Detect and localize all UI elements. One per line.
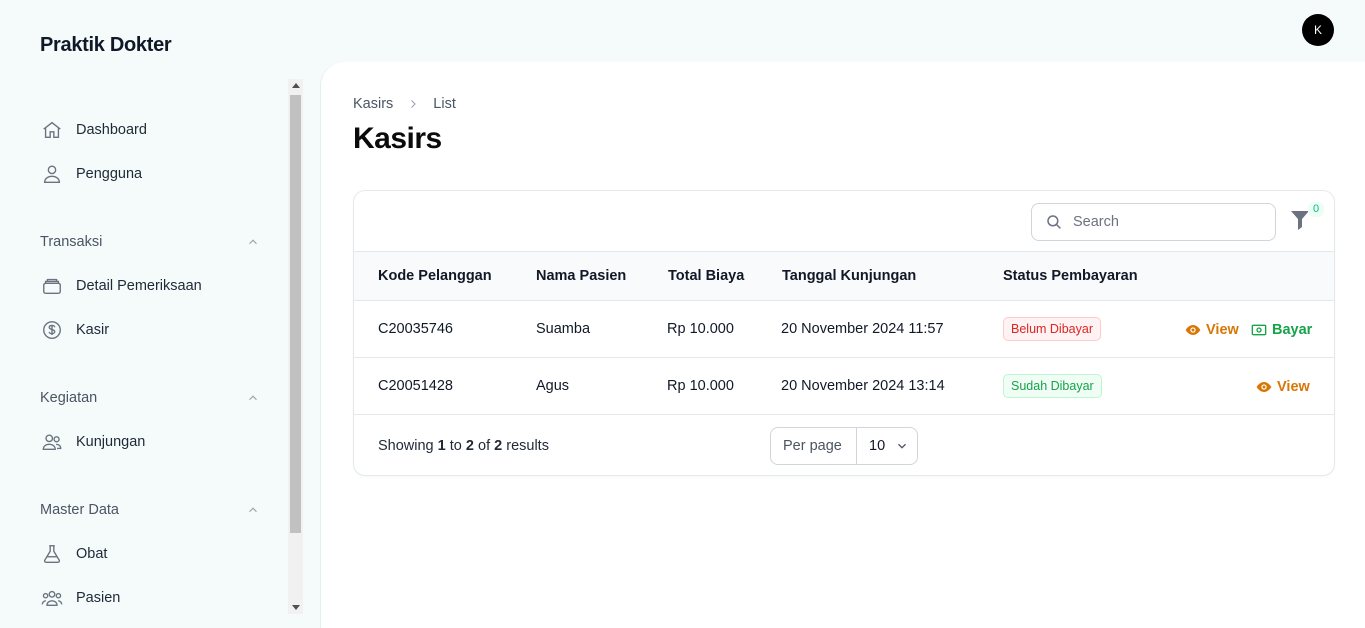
sidebar-item-dashboard[interactable]: Dashboard [40,116,147,144]
per-page-select[interactable]: 10 [857,428,917,464]
cell-total-biaya: Rp 10.000 [667,321,734,337]
column-header-total-biaya[interactable]: Total Biaya [668,252,744,301]
cell-total-biaya: Rp 10.000 [667,378,734,394]
view-button-label: View [1277,378,1310,395]
search-box [1031,203,1276,241]
chevron-up-icon[interactable] [244,389,262,407]
per-page-control: Per page 10 [770,427,918,465]
search-input[interactable] [1073,214,1263,230]
per-page-label: Per page [771,428,857,464]
banknote-icon [1251,322,1267,338]
dollar-circle-icon [40,318,64,342]
pagination-summary: Showing 1 to 2 of 2 results [378,426,549,466]
sidebar-item-label: Pengguna [76,166,143,182]
bayar-button[interactable]: Bayar [1251,301,1312,358]
table-header: Kode Pelanggan Nama Pasien Total Biaya T… [354,252,1334,301]
sidebar-item-kunjungan[interactable]: Kunjungan [40,428,145,456]
home-icon [40,118,64,142]
per-page-value: 10 [869,438,886,454]
column-header-kode-pelanggan[interactable]: Kode Pelanggan [378,252,492,301]
summary-suffix: results [506,438,549,454]
view-button[interactable]: View [1256,358,1310,415]
sidebar-item-obat[interactable]: Obat [40,540,107,568]
eye-icon [1185,322,1201,338]
chevron-up-icon[interactable] [244,233,262,251]
group-label-transaksi: Transaksi [40,234,103,250]
avatar[interactable]: K [1302,14,1334,46]
bayar-button-label: Bayar [1272,321,1313,338]
scrollbar-thumb[interactable] [290,95,301,533]
summary-prefix: Showing [378,438,434,454]
breadcrumb-parent[interactable]: Kasirs [353,96,393,112]
sidebar-item-label: Kunjungan [76,434,146,450]
group-label-kegiatan: Kegiatan [40,390,98,406]
status-badge: Sudah Dibayar [1003,374,1102,398]
filter-count-badge: 0 [1308,202,1324,217]
sidebar-item-label: Dashboard [76,122,147,138]
summary-to-word: to [449,438,462,454]
sidebar-item-label: Pasien [76,590,121,606]
chevron-right-icon [407,98,419,110]
status-badge: Belum Dibayar [1003,317,1101,341]
group-label-master-data: Master Data [40,502,119,518]
cell-nama-pasien: Agus [536,378,570,394]
main-content: Kasirs List Kasirs 0 Kode Pelanggan Nama… [320,62,1365,628]
breadcrumb: Kasirs List [353,96,456,112]
summary-total: 2 [494,438,503,454]
user-group-icon [40,586,64,610]
view-button-label: View [1206,321,1239,338]
column-header-nama-pasien[interactable]: Nama Pasien [536,252,626,301]
sidebar-item-label: Kasir [76,322,110,338]
scroll-up-arrow-icon[interactable] [292,83,300,88]
sidebar: Dashboard Pengguna Transaksi Detail Peme… [0,62,288,628]
chevron-up-icon[interactable] [244,501,262,519]
sidebar-item-pasien[interactable]: Pasien [40,584,120,612]
page-title: Kasirs [353,122,442,155]
sidebar-item-label: Obat [76,546,108,562]
user-icon [40,162,64,186]
table-row: C20035746 Suamba Rp 10.000 20 November 2… [354,301,1334,358]
cell-tanggal-kunjungan: 20 November 2024 11:57 [781,321,944,337]
breadcrumb-current: List [433,96,456,112]
stack-icon [40,274,64,298]
eye-icon [1256,379,1272,395]
table-row: C20051428 Agus Rp 10.000 20 November 202… [354,358,1334,415]
summary-from: 1 [437,438,446,454]
sidebar-item-detail-pemeriksaan[interactable]: Detail Pemeriksaan [40,272,202,300]
summary-of-word: of [478,438,491,454]
beaker-icon [40,542,64,566]
app-title: Praktik Dokter [40,34,172,56]
column-header-tanggal-kunjungan[interactable]: Tanggal Kunjungan [782,252,916,301]
cell-nama-pasien: Suamba [536,321,591,337]
cell-tanggal-kunjungan: 20 November 2024 13:14 [781,378,945,394]
cell-kode-pelanggan: C20035746 [378,321,453,337]
sidebar-item-kasir[interactable]: Kasir [40,316,109,344]
table-card: 0 Kode Pelanggan Nama Pasien Total Biaya… [353,190,1335,476]
column-header-status-pembayaran[interactable]: Status Pembayaran [1003,252,1138,301]
scroll-down-arrow-icon[interactable] [292,605,300,610]
sidebar-item-pengguna[interactable]: Pengguna [40,160,142,188]
search-icon [1044,212,1064,232]
cell-kode-pelanggan: C20051428 [378,378,453,394]
sidebar-item-label: Detail Pemeriksaan [76,278,202,294]
sidebar-scrollbar[interactable] [288,79,303,614]
chevron-down-icon [895,439,909,453]
table-toolbar: 0 [354,191,1334,252]
view-button[interactable]: View [1185,301,1239,358]
summary-to: 2 [465,438,474,454]
users-icon [40,430,64,454]
